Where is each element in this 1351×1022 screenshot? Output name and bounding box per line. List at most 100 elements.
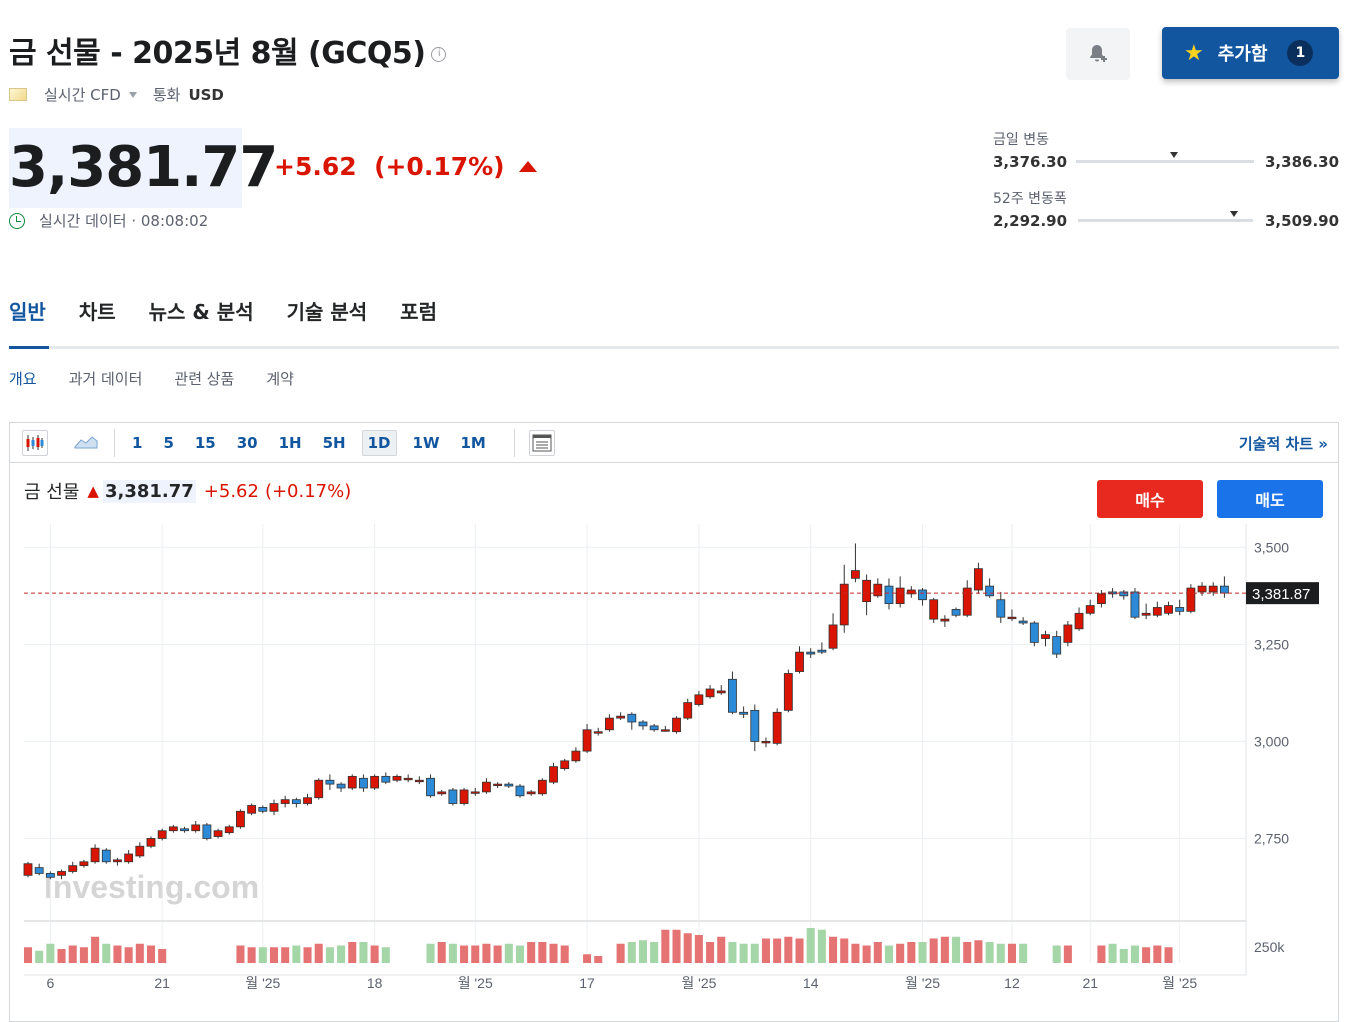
candle-body	[493, 783, 503, 787]
candle-body	[672, 717, 681, 733]
volume-bar	[325, 947, 334, 963]
volume-bar	[381, 947, 390, 963]
volume-bar	[806, 928, 815, 963]
volume-bar	[527, 942, 536, 963]
candle-body	[359, 777, 368, 789]
candle-body	[616, 715, 626, 719]
volume-bar	[773, 938, 782, 963]
candle-body	[795, 651, 804, 672]
candle-body	[638, 721, 648, 727]
candle-body	[280, 799, 290, 804]
candle-body	[1074, 612, 1084, 630]
volume-bar	[102, 943, 111, 963]
investing-watermark: Investing.com	[44, 869, 259, 905]
volume-bar	[79, 947, 88, 963]
candle-body	[1096, 593, 1106, 604]
candle-body	[1186, 587, 1196, 612]
candle-body	[113, 859, 122, 863]
volume-bar	[57, 949, 66, 963]
volume-bar	[1130, 945, 1139, 963]
candle-body	[1119, 591, 1129, 597]
candle-body	[918, 589, 927, 601]
volume-bar	[616, 943, 625, 963]
volume-bar	[884, 945, 893, 963]
candle-body	[79, 861, 89, 867]
candle-body	[57, 871, 66, 876]
volume-bar	[851, 943, 860, 963]
volume-bar	[91, 936, 100, 963]
volume-bar	[974, 940, 983, 963]
candle-body	[224, 826, 234, 834]
candle-body	[560, 760, 570, 769]
volume-bar	[46, 943, 55, 963]
candle-body	[258, 807, 268, 812]
candle-body	[728, 678, 737, 713]
candle-body	[605, 717, 614, 731]
volume-bar	[1142, 947, 1151, 963]
volume-bar	[717, 936, 726, 963]
volume-bar	[448, 943, 457, 963]
candle-body	[850, 570, 860, 579]
price-chart[interactable]: Investing.com 3,500 3,250 3,000 2,750 6 21 월 '…	[0, 0, 1351, 1006]
candle-body	[314, 779, 324, 799]
candle-body	[90, 847, 100, 863]
candle-body	[414, 779, 424, 783]
volume-axis-label: 250k	[1254, 939, 1285, 955]
candle-body	[426, 777, 435, 797]
volume-bar	[247, 947, 256, 963]
volume-bar	[515, 945, 525, 963]
candle-body	[236, 810, 245, 828]
volume-bar	[907, 942, 916, 963]
candle-body	[1208, 585, 1218, 593]
candle-body	[370, 775, 380, 789]
candle-body	[951, 609, 961, 616]
candle-body	[828, 624, 838, 649]
candle-body	[1052, 636, 1062, 655]
candle-body	[549, 766, 558, 783]
candle-body	[202, 824, 212, 839]
candle-body	[962, 587, 972, 616]
candle-body	[973, 568, 983, 591]
candle-body	[817, 649, 827, 653]
candle-body	[1141, 612, 1151, 616]
candle-body	[347, 775, 357, 789]
candle-body	[135, 845, 145, 857]
candle-body	[459, 789, 469, 804]
candle-body	[403, 777, 413, 781]
candle-body	[269, 803, 279, 812]
candle-body	[336, 783, 346, 789]
volume-bar	[1019, 943, 1028, 963]
volume-bar	[1097, 945, 1106, 963]
candle-body	[1018, 620, 1028, 624]
candle-body	[750, 709, 760, 742]
volume-bar	[1164, 947, 1173, 963]
volume-bar	[1119, 949, 1128, 963]
volume-bar	[359, 942, 368, 963]
volume-bar	[795, 938, 804, 963]
volume-bar	[281, 947, 290, 963]
x-tick-label: 월 '25	[245, 975, 280, 991]
volume-bar	[627, 942, 636, 963]
volume-bar	[471, 945, 480, 963]
candle-body	[45, 873, 55, 878]
candle-body	[593, 731, 603, 734]
candle-body	[537, 779, 547, 795]
candle-body	[1130, 591, 1140, 618]
volume-bar	[661, 929, 670, 963]
volume-bar	[929, 938, 938, 963]
candle-body	[291, 799, 301, 804]
candle-body	[381, 775, 391, 783]
candle-body	[705, 688, 715, 698]
volume-bar	[638, 940, 648, 963]
candle-body	[213, 830, 223, 837]
volume-bar	[538, 942, 547, 963]
volume-bar	[650, 942, 659, 963]
y-tick-label: 3,250	[1254, 636, 1289, 652]
volume-bar	[482, 943, 491, 963]
candle-body	[247, 805, 257, 814]
volume-bar	[873, 942, 882, 963]
candle-body	[1085, 605, 1095, 614]
x-tick-label: 12	[1004, 975, 1020, 991]
volume-bar	[23, 947, 33, 963]
volume-bar	[370, 945, 379, 963]
